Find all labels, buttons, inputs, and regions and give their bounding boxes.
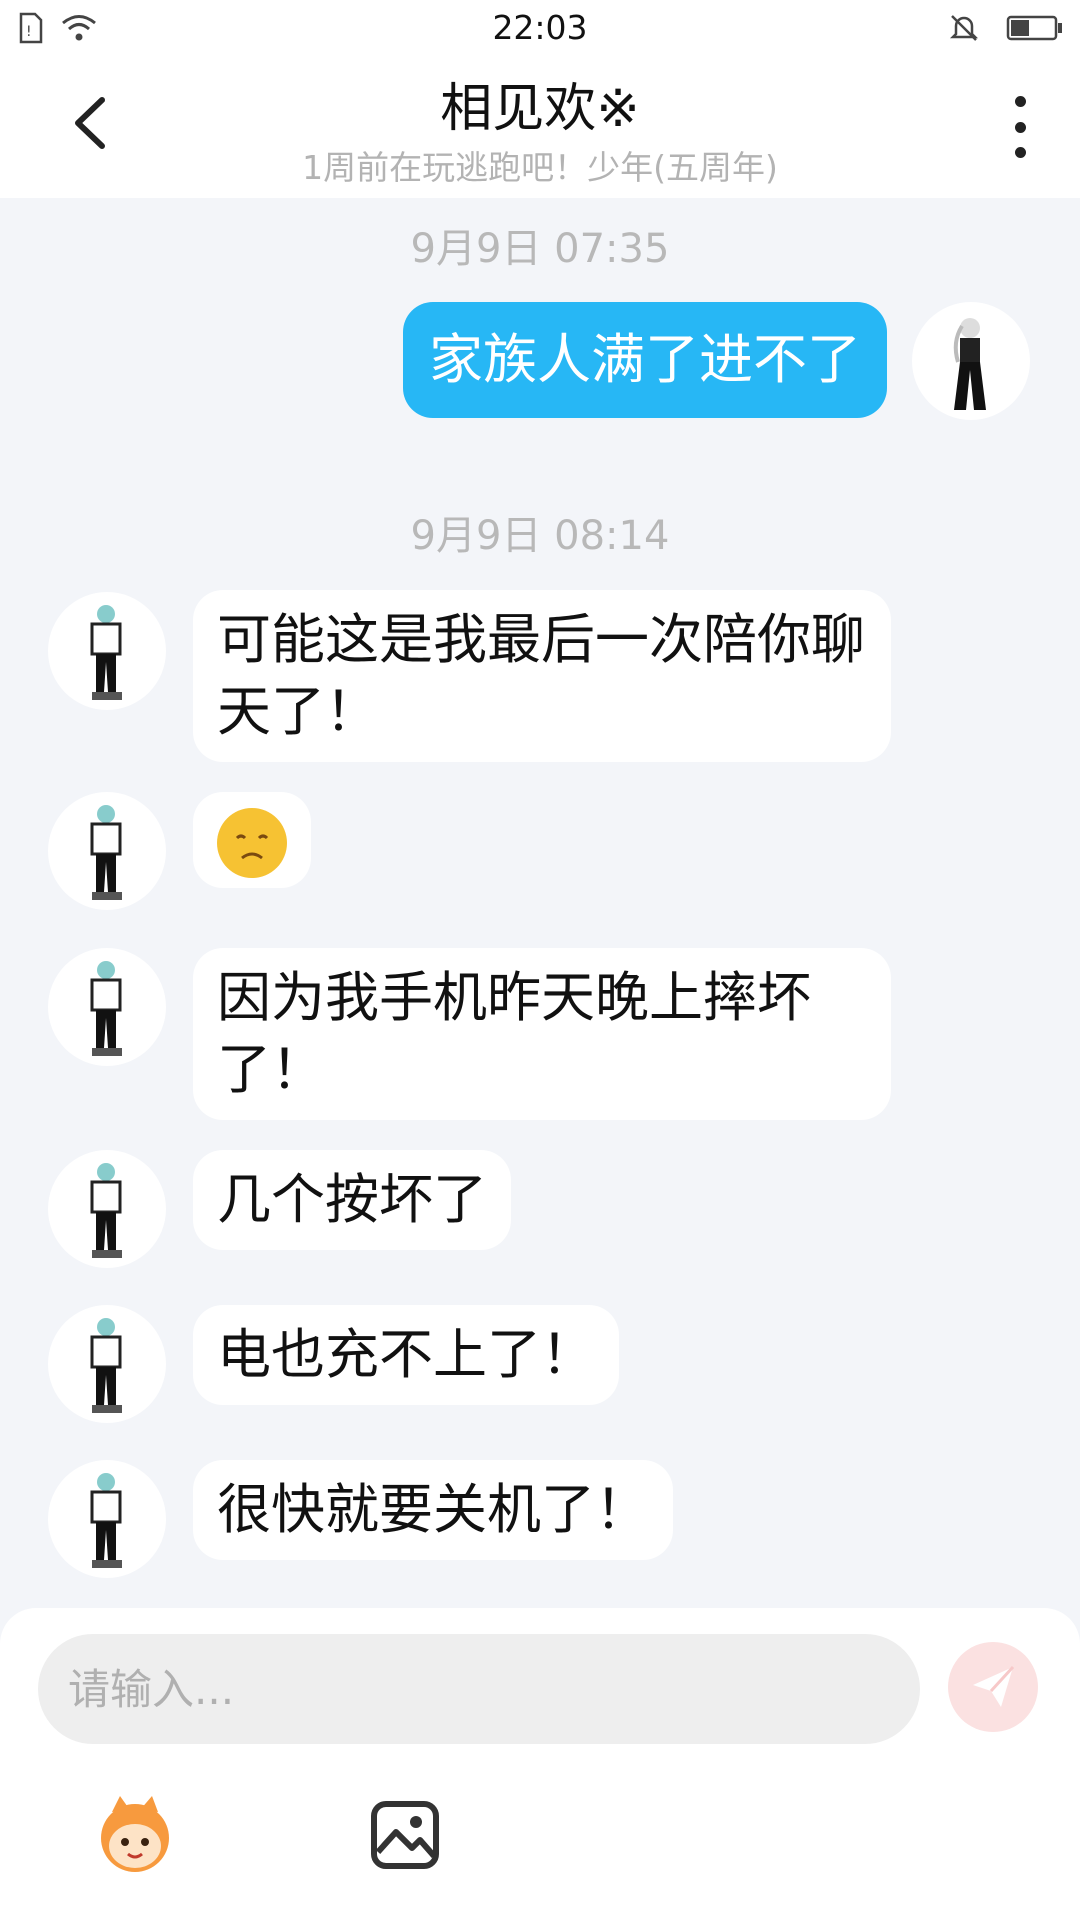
send-button[interactable] [948,1642,1038,1732]
message-input[interactable] [38,1634,920,1744]
peer-avatar[interactable] [48,1150,166,1268]
emoji-button[interactable] [90,1790,180,1880]
peer-avatar[interactable] [48,948,166,1066]
battery-icon [1006,14,1064,46]
timestamp: 9月9日 07:35 [410,226,670,272]
send-icon [973,1665,1015,1707]
image-icon [371,1801,439,1869]
my-avatar[interactable] [912,302,1030,420]
more-options-button[interactable] [1000,96,1040,158]
incoming-message[interactable]: 电也充不上了！ [193,1305,619,1405]
peer-avatar[interactable] [48,592,166,710]
incoming-message[interactable]: 因为我手机昨天晚上摔坏了！ [193,948,891,1120]
incoming-message[interactable]: 很快就要关机了！ [193,1460,673,1560]
image-button[interactable] [360,1790,450,1880]
peer-avatar[interactable] [48,1460,166,1578]
more-vertical-icon [1014,96,1026,107]
peer-avatar[interactable] [48,792,166,910]
disappointed-face-icon [217,808,287,879]
timestamp: 9月9日 08:14 [410,513,670,559]
emoji-mascot-icon [101,1796,169,1872]
incoming-message[interactable]: 可能这是我最后一次陪你聊天了！ [193,590,891,762]
contact-status: 1周前在玩逃跑吧！少年(五周年) [302,148,778,187]
outgoing-message[interactable]: 家族人满了进不了 [403,302,887,418]
incoming-message[interactable]: 几个按坏了 [193,1150,511,1250]
chat-header: 相见欢※ 1周前在玩逃跑吧！少年(五周年) [0,58,1080,198]
incoming-emoji-message[interactable] [193,792,311,889]
peer-avatar[interactable] [48,1305,166,1423]
status-bar: ! 22:03 [0,0,1080,58]
input-panel [0,1608,1080,1920]
clock: 22:03 [492,8,588,47]
mute-bell-icon [948,12,980,48]
contact-name: 相见欢※ [440,79,640,139]
